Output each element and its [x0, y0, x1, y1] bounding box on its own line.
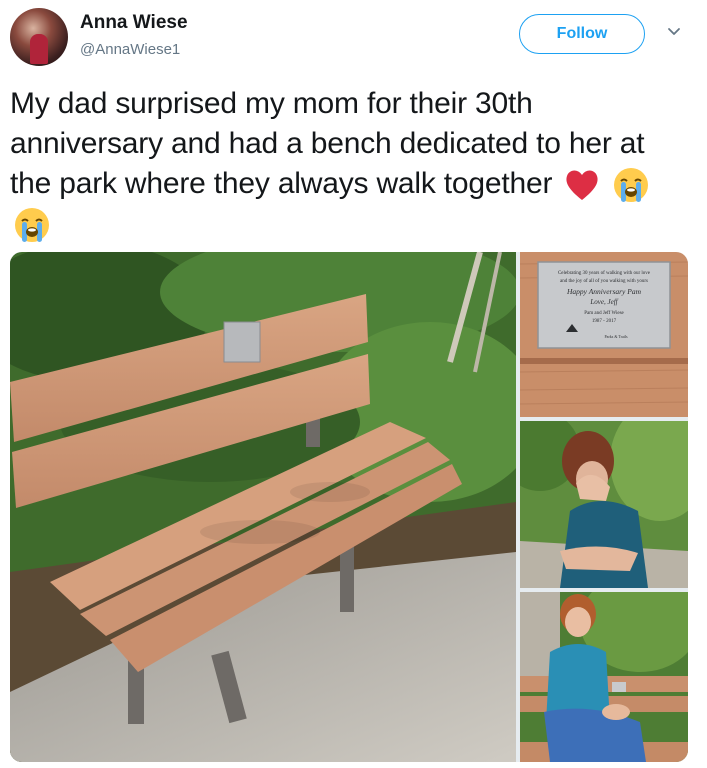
- photo-plaque[interactable]: Celebrating 30 years of walking with our…: [520, 252, 688, 417]
- tweet-body: My dad surprised my mom for their 30th a…: [10, 87, 645, 200]
- chevron-down-icon[interactable]: [664, 22, 684, 42]
- plaque-line-1: Celebrating 30 years of walking with our…: [558, 271, 651, 276]
- photo-bench[interactable]: [10, 252, 516, 762]
- plaque-line-2: and the joy of all of you walking with y…: [560, 279, 648, 284]
- plaque-line-5: Pam and Jeff Wiese: [584, 311, 624, 316]
- red-heart-icon: [566, 170, 598, 201]
- plaque-line-4: Love, Jeff: [589, 298, 618, 306]
- photo-woman-crying[interactable]: [520, 421, 688, 588]
- plaque-line-3: Happy Anniversary Pam: [566, 287, 642, 296]
- plaque-line-6: 1987 - 2017: [592, 319, 617, 324]
- plaque-line-7: Parks & Trails: [604, 334, 628, 339]
- display-name[interactable]: Anna Wiese: [80, 12, 188, 34]
- tweet-text: My dad surprised my mom for their 30th a…: [10, 84, 690, 244]
- avatar[interactable]: [10, 8, 68, 66]
- follow-button[interactable]: Follow: [519, 14, 645, 54]
- user-handle[interactable]: @AnnaWiese1: [80, 41, 180, 58]
- photo-woman-on-bench[interactable]: [520, 592, 688, 762]
- loudly-crying-face-icon: [613, 168, 648, 203]
- loudly-crying-face-icon: [15, 208, 49, 243]
- media-grid: Celebrating 30 years of walking with our…: [10, 252, 688, 762]
